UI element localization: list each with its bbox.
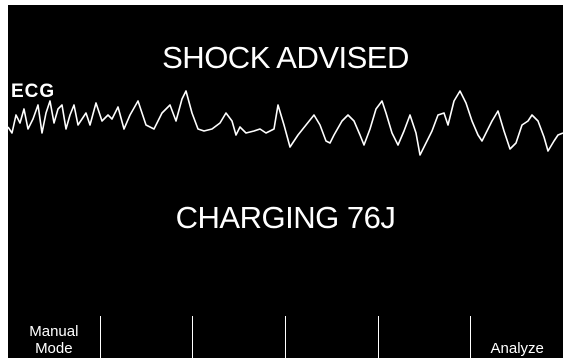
softkey-4[interactable]	[286, 316, 379, 358]
softkey-2[interactable]	[101, 316, 194, 358]
charging-status: CHARGING 76J	[175, 200, 396, 235]
ecg-waveform	[8, 90, 563, 156]
ecg-trace-line	[8, 90, 563, 156]
advisory-message: SHOCK ADVISED	[162, 40, 409, 75]
defibrillator-display: SHOCK ADVISED ECG CHARGING 76J Manual Mo…	[8, 5, 563, 358]
softkey-label: Analyze	[490, 340, 544, 357]
softkey-manual-mode[interactable]: Manual Mode	[8, 316, 101, 358]
softkey-bar: Manual Mode Analyze	[8, 316, 563, 358]
softkey-5[interactable]	[379, 316, 472, 358]
softkey-analyze[interactable]: Analyze	[471, 316, 563, 358]
softkey-label: Manual Mode	[29, 323, 79, 357]
softkey-3[interactable]	[193, 316, 287, 358]
